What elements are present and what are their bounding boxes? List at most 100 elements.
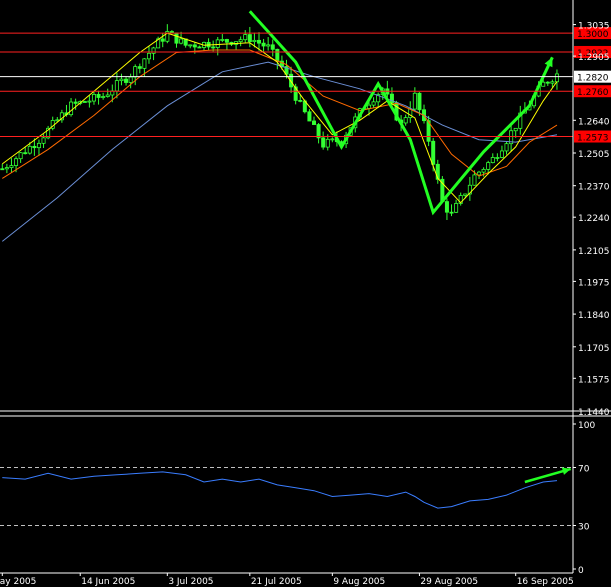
candle-body: [431, 140, 436, 165]
candle-body: [133, 66, 138, 78]
candle-body: [449, 211, 454, 214]
price-tick-label: 1.3035: [578, 22, 610, 32]
time-axis: May 2005 14 Jun 2005 3 Jul 2005 21 Jul 2005…: [0, 573, 574, 587]
candle-body: [266, 44, 271, 47]
moving-average-slow: [1, 61, 558, 242]
candle-body: [4, 167, 9, 170]
candle: [105, 88, 110, 98]
candle: [270, 39, 275, 57]
candle: [36, 139, 41, 156]
candle: [238, 36, 243, 47]
candle-body: [247, 34, 252, 42]
candle-body: [23, 152, 28, 155]
candle-body: [261, 42, 266, 47]
oscillator-tick-label: 0: [578, 566, 584, 576]
candle: [554, 69, 559, 90]
candle: [307, 109, 312, 122]
price-tick-label: 1.2370: [578, 183, 610, 193]
candle-body: [82, 101, 87, 103]
candle-body: [477, 171, 482, 176]
candle-body: [18, 152, 23, 160]
candle: [4, 163, 9, 174]
candle-body: [69, 101, 74, 116]
candle-body: [243, 34, 248, 41]
candle: [46, 125, 51, 140]
price-tick-label: 1.1840: [578, 311, 610, 321]
candle: [330, 137, 335, 143]
chart-canvas: 1.30001.29221.28201.27601.2573 1.30351.2…: [0, 0, 611, 587]
candle: [408, 101, 413, 123]
candle: [490, 153, 495, 164]
candle: [119, 73, 124, 86]
candle: [87, 95, 92, 108]
candle-body: [128, 76, 133, 83]
candle: [220, 34, 225, 43]
candle-body: [220, 39, 225, 41]
candle-body: [504, 143, 509, 152]
candle-body: [101, 96, 106, 98]
candle: [206, 38, 211, 51]
candle: [449, 204, 454, 217]
candle-body: [367, 104, 372, 109]
candle-body: [27, 145, 32, 154]
candle-body: [490, 157, 495, 164]
candle: [146, 45, 151, 64]
candle-body: [252, 39, 257, 42]
candle: [124, 76, 129, 86]
candle: [188, 44, 193, 49]
candle: [9, 158, 14, 173]
candle-body: [9, 165, 14, 168]
price-tick-label: 1.2640: [578, 117, 610, 127]
oscillator-tick-label: 30: [578, 523, 590, 533]
trend-annotation-line: [248, 10, 531, 216]
candle-body: [307, 111, 312, 122]
candle-body: [179, 38, 184, 44]
candle-body: [41, 137, 46, 144]
candle-body: [151, 47, 156, 54]
candle-body: [197, 46, 202, 49]
level-label: 1.2760: [577, 88, 609, 98]
candle: [422, 104, 427, 124]
candle: [518, 105, 523, 135]
candle: [50, 116, 55, 131]
oscillator-tick-label: 70: [578, 465, 590, 475]
candle-body: [146, 52, 151, 60]
time-tick-label: 3 Jul 2005: [168, 577, 213, 587]
candle: [495, 153, 500, 162]
candle-body: [73, 101, 78, 104]
candle-body: [541, 81, 546, 87]
candle-body: [0, 168, 5, 171]
candle-body: [330, 138, 335, 141]
level-label: 1.2573: [577, 134, 609, 144]
candle-body: [275, 48, 280, 62]
candle: [499, 145, 504, 159]
time-tick-label: May 2005: [0, 577, 36, 587]
candle-body: [270, 44, 275, 50]
candle-body: [311, 120, 317, 125]
candle: [174, 32, 179, 48]
candle-body: [160, 38, 165, 42]
candle: [197, 45, 202, 49]
candle-body: [238, 39, 243, 43]
candle-body: [14, 158, 19, 166]
candle: [0, 163, 5, 171]
candle-body: [444, 201, 449, 213]
candle-body: [403, 117, 408, 124]
candle-body: [87, 100, 92, 103]
candle-body: [96, 94, 101, 98]
candle: [243, 30, 248, 44]
candle-body: [321, 137, 326, 148]
candle-body: [495, 157, 500, 159]
candle-body: [188, 44, 193, 47]
time-tick-label: 29 Aug 2005: [420, 577, 478, 587]
time-tick-label: 9 Aug 2005: [333, 577, 385, 587]
level-label: 1.2820: [577, 74, 609, 84]
candle-body: [481, 168, 486, 173]
candle-body: [371, 101, 376, 106]
candle: [137, 63, 142, 74]
candle-body: [554, 73, 559, 83]
price-tick-label: 1.2505: [578, 150, 610, 160]
candle: [215, 36, 220, 56]
candle: [371, 97, 376, 108]
candle-body: [417, 92, 422, 111]
